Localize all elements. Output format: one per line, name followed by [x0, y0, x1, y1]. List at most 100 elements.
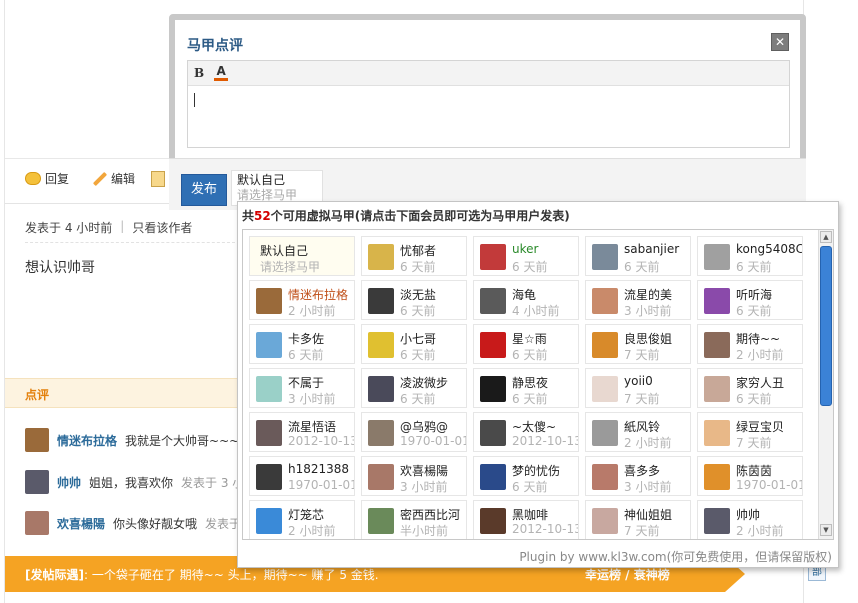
alias-card[interactable]: 流星悟语 2012-10-13	[249, 412, 355, 452]
alias-card[interactable]: 喜多多 3 小时前	[585, 456, 691, 496]
avatar[interactable]	[25, 470, 49, 494]
alias-last-active: 请选择马甲	[260, 260, 321, 274]
alias-name: 良思俊姐	[624, 332, 673, 346]
scrollbar[interactable]: ▲ ▼	[818, 230, 833, 539]
alias-name: 淡无盐	[400, 288, 437, 302]
alias-name: 卡多佐	[288, 332, 325, 346]
alias-card[interactable]: 绿豆宝贝 7 天前	[697, 412, 803, 452]
avatar	[368, 288, 394, 314]
avatar	[704, 244, 730, 270]
post-body: 想认识帅哥	[25, 260, 95, 276]
review-header: 点评	[5, 378, 240, 408]
avatar	[368, 244, 394, 270]
alias-card[interactable]: 海龟 4 小时前	[473, 280, 579, 320]
avatar	[368, 376, 394, 402]
alias-card[interactable]: 星☆雨 6 天前	[473, 324, 579, 364]
bold-icon[interactable]: B	[194, 66, 204, 80]
alias-card[interactable]: 良思俊姐 7 天前	[585, 324, 691, 364]
alias-card[interactable]: 黑咖啡 2012-10-13	[473, 500, 579, 539]
alias-card[interactable]: 神仙姐姐 7 天前	[585, 500, 691, 539]
alias-card[interactable]: 流星的美 3 小时前	[585, 280, 691, 320]
avatar[interactable]	[25, 511, 49, 535]
alias-card[interactable]: 帅帅 2 小时前	[697, 500, 803, 539]
avatar	[592, 420, 618, 446]
avatar	[256, 288, 282, 314]
alias-card[interactable]: @乌鸦@ 1970-01-01	[361, 412, 467, 452]
alias-last-active: 1970-01-01	[400, 434, 466, 448]
avatar	[368, 508, 394, 534]
alias-last-active: 1970-01-01	[288, 478, 354, 492]
comment-item: 欢喜楊陽 你头像好靓女哦 发表于	[25, 510, 241, 536]
publish-button[interactable]: 发布	[181, 174, 227, 206]
alias-card[interactable]: 欢喜楊陽 3 小时前	[361, 456, 467, 496]
alias-card[interactable]: 凌波微步 6 天前	[361, 368, 467, 408]
comment-item: 帅帅 姐姐，我喜欢你 发表于 3 小	[25, 469, 244, 495]
screen: { "background": { "actions": [ {"label":…	[0, 0, 858, 603]
alias-card[interactable]: 静思夜 6 天前	[473, 368, 579, 408]
alias-card[interactable]: 卡多佐 6 天前	[249, 324, 355, 364]
comment-author[interactable]: 帅帅	[57, 474, 81, 491]
alias-last-active: 2012-10-13	[288, 434, 354, 448]
alias-card[interactable]: h1821388 1970-01-01	[249, 456, 355, 496]
alias-name: yoii0	[624, 374, 653, 388]
alias-last-active: 3 小时前	[288, 392, 336, 406]
scroll-thumb[interactable]	[820, 246, 832, 406]
alias-card[interactable]: 情迷布拉格 2 小时前	[249, 280, 355, 320]
alias-card[interactable]: 紙风铃 2 小时前	[585, 412, 691, 452]
alias-card[interactable]: 默认自己 请选择马甲	[249, 236, 355, 276]
alias-last-active: 3 小时前	[624, 304, 672, 318]
alias-card[interactable]: 期待~~ 2 小时前	[697, 324, 803, 364]
alias-card[interactable]: 密西西比河 半小时前	[361, 500, 467, 539]
alias-card[interactable]: sabanjier 6 天前	[585, 236, 691, 276]
reply-button[interactable]: 回复	[25, 170, 69, 187]
alias-card[interactable]: 忧郁者 6 天前	[361, 236, 467, 276]
comment-author[interactable]: 情迷布拉格	[57, 432, 117, 449]
alias-name: 家穷人丑	[736, 376, 785, 390]
avatar	[592, 332, 618, 358]
alias-popup: 共52个可用虚拟马甲(请点击下面会员即可选为马甲用户发表) 默认自己 请选择马甲忧…	[237, 201, 839, 568]
scroll-up-icon[interactable]: ▲	[820, 231, 832, 243]
alias-count: 52	[254, 209, 271, 223]
alias-card[interactable]: yoii0 7 天前	[585, 368, 691, 408]
alias-name: 不属于	[288, 376, 325, 390]
alias-last-active: 6 天前	[512, 348, 548, 362]
alias-name: 凌波微步	[400, 376, 449, 390]
alias-card[interactable]: 灯笼芯 2 小时前	[249, 500, 355, 539]
selected-alias: 默认自己	[237, 173, 286, 187]
alias-name: 陈茵茵	[736, 464, 773, 478]
alias-card[interactable]: 家穷人丑 6 天前	[697, 368, 803, 408]
alias-card[interactable]: 陈茵茵 1970-01-01	[697, 456, 803, 496]
alias-card[interactable]: uker 6 天前	[473, 236, 579, 276]
alias-name: h1821388	[288, 462, 350, 476]
edit-button[interactable]: 编辑	[93, 170, 135, 187]
alias-name: 欢喜楊陽	[400, 464, 449, 478]
alias-card[interactable]: 小七哥 6 天前	[361, 324, 467, 364]
close-icon[interactable]: ✕	[771, 33, 789, 51]
alias-name: 神仙姐姐	[624, 508, 673, 522]
alias-card[interactable]: ~太傻~ 2012-10-13	[473, 412, 579, 452]
alias-card[interactable]: 梦的忧伤 6 天前	[473, 456, 579, 496]
alias-card[interactable]: kong5408C 6 天前	[697, 236, 803, 276]
alias-last-active: 3 小时前	[624, 480, 672, 494]
speech-bubble-icon	[25, 172, 41, 185]
only-author-link[interactable]: 只看该作者	[132, 219, 192, 236]
luck-rank-links[interactable]: 幸运榜 / 衰神榜	[585, 566, 670, 583]
avatar	[256, 508, 282, 534]
avatar	[592, 244, 618, 270]
post-time: 发表于 4 小时前	[25, 221, 113, 235]
alias-card[interactable]: 淡无盐 6 天前	[361, 280, 467, 320]
comment-author[interactable]: 欢喜楊陽	[57, 515, 105, 532]
alias-last-active: 2012-10-13	[512, 522, 578, 536]
scroll-down-icon[interactable]: ▼	[820, 524, 832, 536]
alias-name: kong5408C	[736, 242, 802, 256]
alias-name: 听听海	[736, 288, 773, 302]
alias-last-active: 6 天前	[736, 392, 772, 406]
alias-last-active: 6 天前	[400, 348, 436, 362]
alias-card[interactable]: 不属于 3 小时前	[249, 368, 355, 408]
text-color-icon[interactable]: A	[214, 65, 229, 81]
comment-time: 发表于 3 小	[181, 475, 245, 490]
alias-card[interactable]: 听听海 6 天前	[697, 280, 803, 320]
alias-name: 忧郁者	[400, 244, 437, 258]
avatar[interactable]	[25, 428, 49, 452]
rich-text-editor[interactable]: B A	[187, 60, 790, 148]
